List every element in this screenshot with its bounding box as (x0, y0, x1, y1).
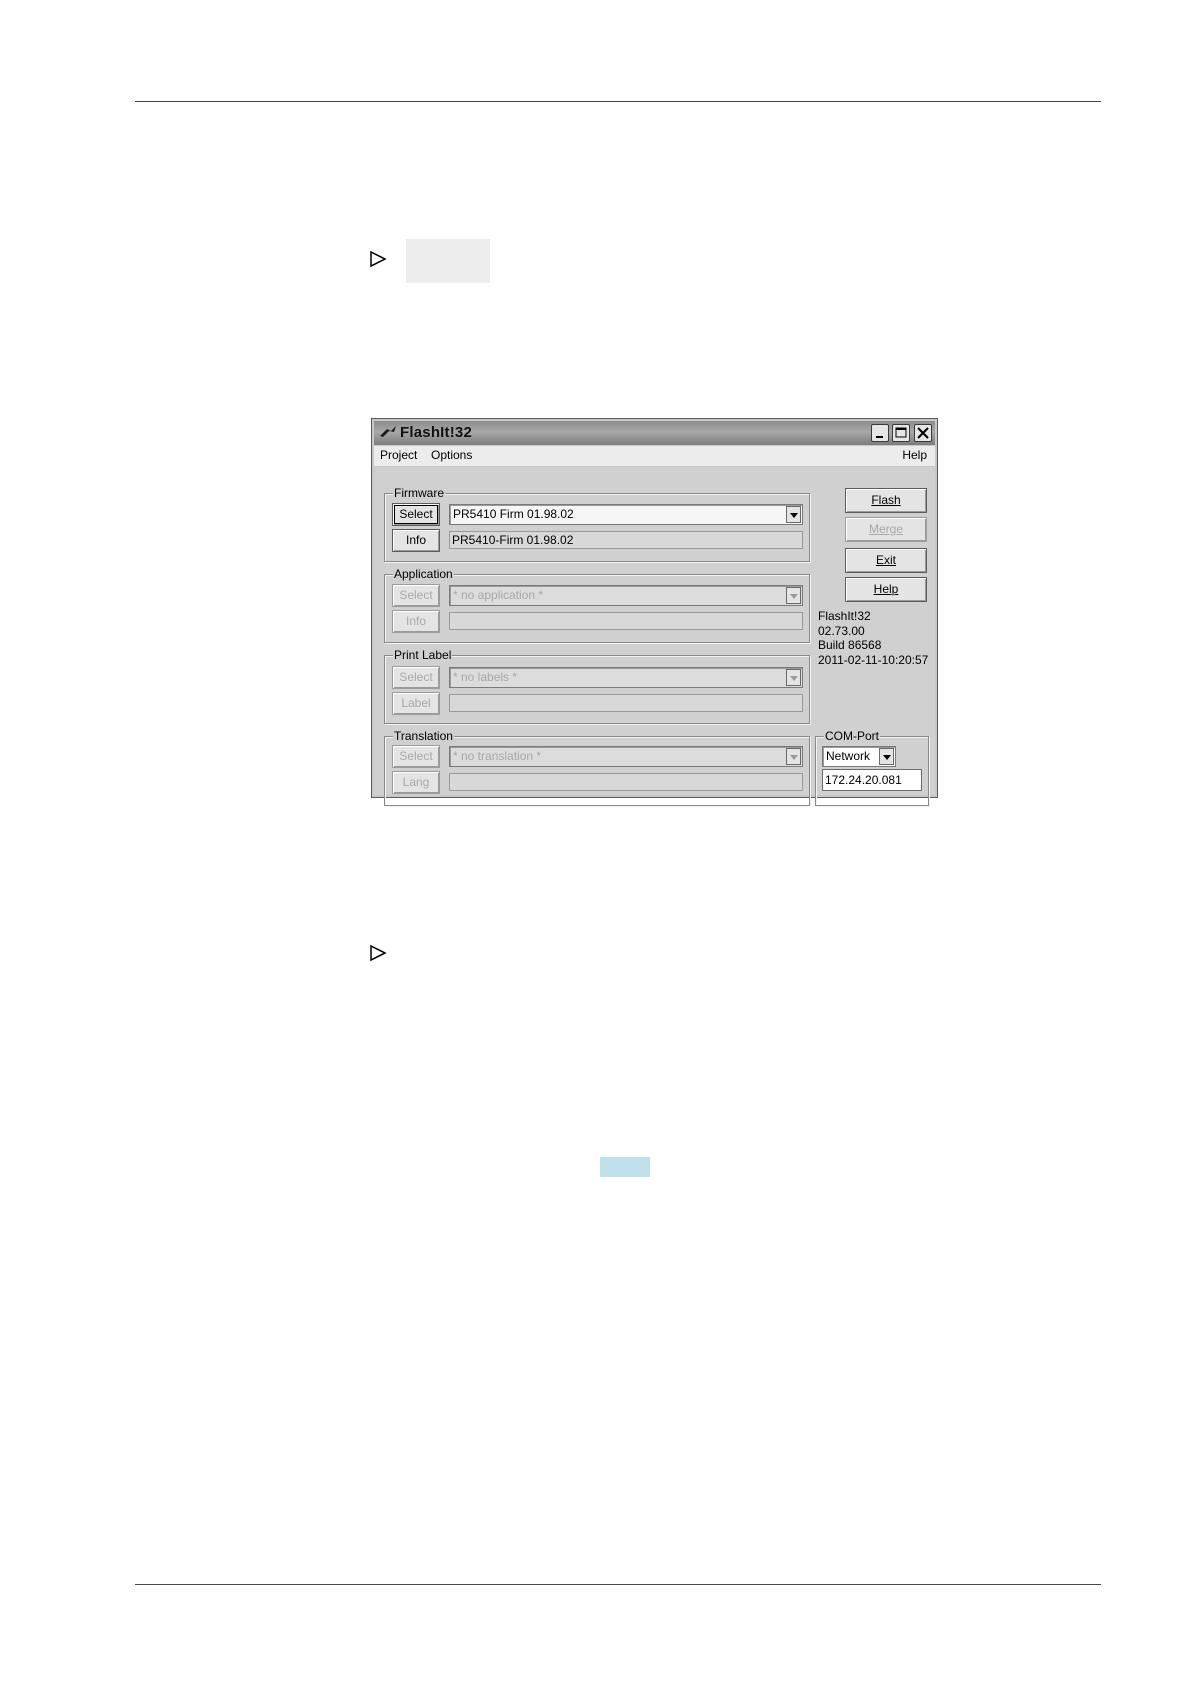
chevron-down-icon[interactable] (879, 748, 894, 765)
application-info-button[interactable]: Info (392, 610, 440, 633)
menu-options[interactable]: Options (431, 448, 472, 462)
translation-select-button[interactable]: Select (392, 745, 440, 768)
header-rule (135, 101, 1101, 102)
merge-button[interactable]: Merge (845, 517, 927, 542)
menu-bar: Project Options Help (374, 446, 935, 466)
firmware-info-button[interactable]: Info (392, 529, 440, 552)
help-button[interactable]: Help (845, 577, 927, 602)
print-label-label-button[interactable]: Label (392, 692, 440, 715)
application-combo-value: * no application * (453, 588, 544, 602)
close-icon (917, 427, 929, 439)
translation-info-field (449, 773, 803, 791)
translation-lang-button[interactable]: Lang (392, 771, 440, 794)
minimize-button[interactable] (871, 424, 889, 442)
ip-address-input[interactable]: 172.24.20.081 (822, 769, 922, 791)
print-label-group-label: Print Label (393, 648, 453, 662)
flash-button[interactable]: Flash (845, 488, 927, 513)
close-button[interactable] (914, 424, 932, 442)
version-app-name: FlashIt!32 (818, 609, 871, 623)
exit-button-label: Exit (875, 553, 896, 567)
print-label-combo[interactable]: * no labels * (449, 667, 803, 688)
com-port-group-label: COM-Port (824, 729, 880, 743)
com-port-combo[interactable]: Network (822, 746, 896, 767)
print-label-group: Print Label (384, 648, 810, 724)
print-label-info-field (449, 694, 803, 712)
merge-button-label: Merge (868, 522, 903, 536)
dialog-body: Firmware Select PR5410 Firm 01.98.02 Inf… (374, 467, 935, 806)
firmware-combo-value: PR5410 Firm 01.98.02 (453, 507, 574, 521)
chevron-down-icon[interactable] (786, 669, 801, 686)
application-combo[interactable]: * no application * (449, 585, 803, 606)
firmware-combo[interactable]: PR5410 Firm 01.98.02 (449, 504, 803, 525)
com-port-combo-value: Network (826, 749, 871, 763)
application-group-label: Application (393, 567, 454, 581)
flash-app-icon (380, 426, 396, 437)
translation-combo[interactable]: * no translation * (449, 746, 803, 767)
chevron-down-icon[interactable] (786, 587, 801, 604)
maximize-button[interactable] (892, 424, 910, 442)
menu-help[interactable]: Help (902, 448, 927, 462)
maximize-icon (895, 427, 907, 438)
firmware-group-label: Firmware (393, 486, 445, 500)
chevron-down-icon[interactable] (786, 506, 801, 523)
help-button-label: Help (873, 582, 899, 596)
firmware-info-field: PR5410-Firm 01.98.02 (449, 531, 803, 549)
print-label-combo-value: * no labels * (453, 670, 518, 684)
translation-group-label: Translation (393, 729, 454, 743)
footer-rule (135, 1584, 1101, 1585)
application-info-field (449, 612, 803, 630)
translation-combo-value: * no translation * (453, 749, 542, 763)
print-label-select-button[interactable]: Select (392, 666, 440, 689)
minimize-icon (876, 436, 883, 438)
version-build: Build 86568 (818, 638, 882, 652)
step-arrow-icon (370, 250, 387, 268)
highlight-box (406, 239, 490, 283)
version-number: 02.73.00 (818, 624, 865, 638)
firmware-select-button[interactable]: Select (392, 503, 440, 526)
highlight-box (600, 1157, 650, 1177)
chevron-down-icon[interactable] (786, 748, 801, 765)
flash-button-label: Flash (871, 493, 901, 507)
step-arrow-icon (370, 944, 387, 962)
flashit-window: FlashIt!32 Project Options Help Firmware… (371, 418, 938, 806)
exit-button[interactable]: Exit (845, 548, 927, 573)
version-date: 2011-02-11-10:20:57 (818, 653, 929, 667)
window-title: FlashIt!32 (400, 424, 473, 441)
application-select-button[interactable]: Select (392, 584, 440, 607)
menu-project[interactable]: Project (380, 448, 417, 462)
title-bar: FlashIt!32 (374, 421, 935, 445)
